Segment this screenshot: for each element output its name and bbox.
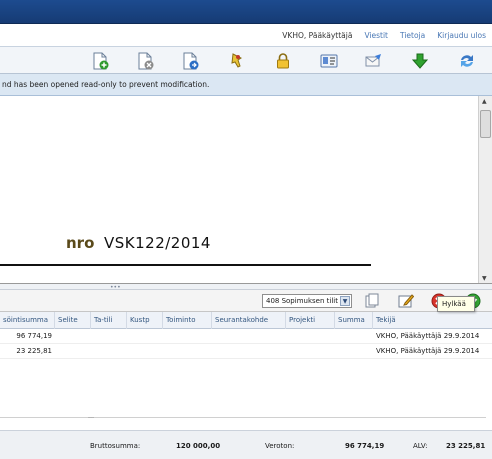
chevron-down-icon[interactable]: ▼ [340,296,350,306]
col-description[interactable]: Selite [55,312,91,329]
document-nro-label: nro [66,234,95,252]
account-select[interactable]: 408 Sopimuksen tilit ▼ [262,294,352,308]
send-email-icon[interactable] [365,52,383,70]
table-header: söintisumma Selite Ta-tili Kustp Toimint… [0,312,492,329]
vat-label: ALV: [413,442,428,450]
logout-link[interactable]: Kirjaudu ulos [437,31,486,40]
row-author: VKHO, Pääkäyttäjä 29.9.2014 [376,332,480,340]
edit-icon[interactable] [398,293,414,309]
reject-tooltip: Hylkää [437,296,475,312]
read-only-notice: nd has been opened read-only to prevent … [0,74,492,96]
col-cost-center[interactable]: Kustp [127,312,163,329]
delete-document-icon[interactable] [136,52,154,70]
vat-value: 23 225,81 [446,442,486,450]
app-titlebar [0,0,492,24]
row-author: VKHO, Pääkäyttäjä 29.9.2014 [376,347,480,355]
document-toolbar [0,46,492,74]
messages-link[interactable]: Viestit [364,31,388,40]
row-amount: 23 225,81 [16,347,52,355]
totals-footer: Bruttosumma: 120 000,00 Veroton: 96 774,… [0,430,492,459]
table-row[interactable]: 96 774,19 VKHO, Pääkäyttäjä 29.9.2014 [0,329,492,344]
lock-icon[interactable] [274,52,292,70]
col-sum[interactable]: Summa [335,312,373,329]
col-account[interactable]: Ta-tili [91,312,127,329]
scroll-down-icon[interactable]: ▼ [482,275,487,282]
document-divider [0,264,371,266]
document-preview: nro VSK122/2014 ▲ ▼ [0,96,492,284]
id-card-icon[interactable] [320,52,338,70]
sync-icon[interactable] [458,52,476,70]
scroll-thumb[interactable] [480,110,491,138]
hscroll-grip-icon[interactable]: ||| [88,417,94,418]
tooltip-text: Hylkää [442,300,466,308]
user-bar: VKHO, Pääkäyttäjä Viestit Tietoja Kirjau… [0,24,492,46]
grid-toolbar: 408 Sopimuksen tilit ▼ [0,290,492,312]
document-vertical-scrollbar[interactable]: ▲ ▼ [478,96,492,283]
posting-table: söintisumma Selite Ta-tili Kustp Toimint… [0,312,492,418]
table-row[interactable]: 23 225,81 VKHO, Pääkäyttäjä 29.9.2014 [0,344,492,359]
net-label: Veroton: [265,442,295,450]
document-number: VSK122/2014 [104,234,211,252]
gross-value: 120 000,00 [176,442,221,450]
scroll-up-icon[interactable]: ▲ [482,98,487,105]
copy-rows-icon[interactable] [364,293,380,309]
read-only-message: nd has been opened read-only to prevent … [2,80,210,89]
col-project[interactable]: Projekti [286,312,335,329]
new-document-icon[interactable] [91,52,109,70]
col-tracking[interactable]: Seurantakohde [212,312,286,329]
gross-label: Bruttosumma: [90,442,141,450]
info-link[interactable]: Tietoja [400,31,425,40]
pin-icon[interactable] [228,52,246,70]
table-horizontal-scrollbar[interactable]: ||| ▶ [0,417,486,418]
col-function[interactable]: Toiminto [163,312,212,329]
download-icon[interactable] [411,52,429,70]
net-value: 96 774,19 [345,442,385,450]
account-select-value: 408 Sopimuksen tilit [266,297,338,305]
col-author[interactable]: Tekijä [373,312,492,329]
row-amount: 96 774,19 [16,332,52,340]
current-user: VKHO, Pääkäyttäjä [282,30,353,40]
copy-document-icon[interactable] [181,52,199,70]
col-amount[interactable]: söintisumma [0,312,55,329]
